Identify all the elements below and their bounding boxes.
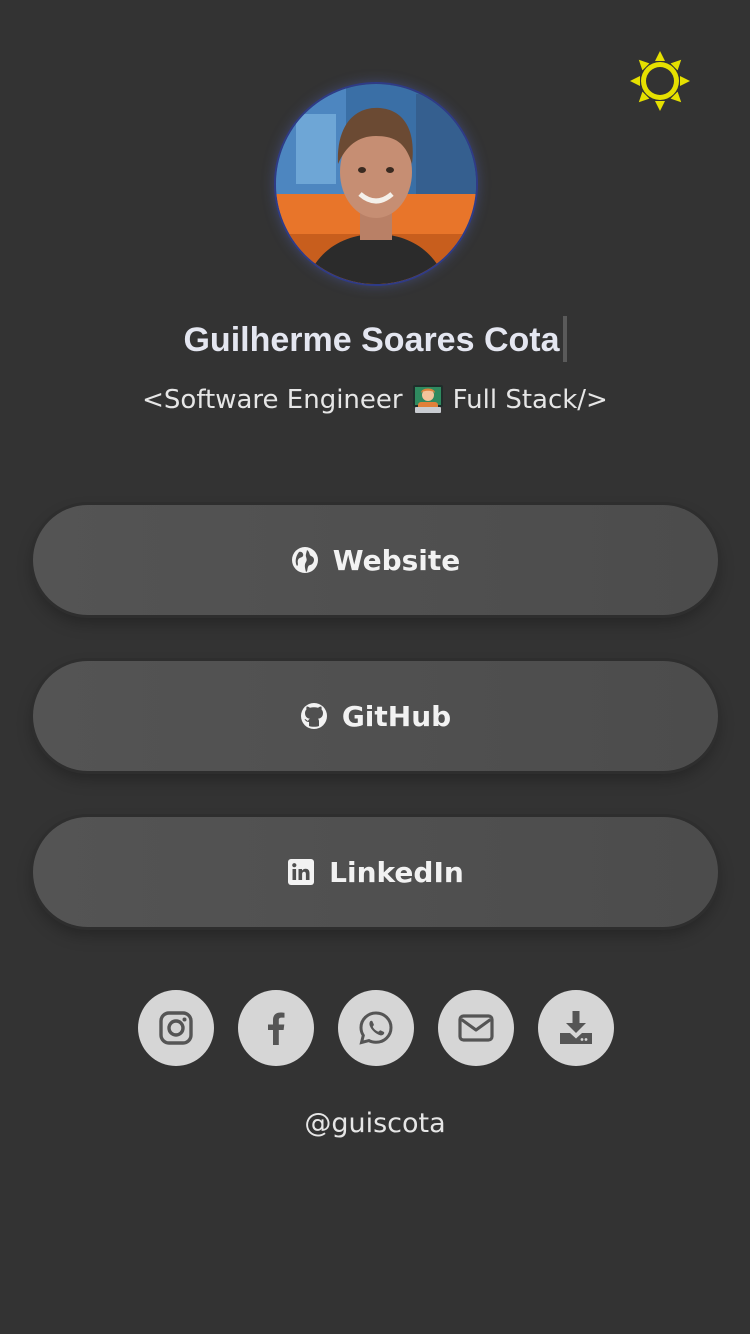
username-handle: @guiscota bbox=[304, 1108, 446, 1139]
linkedin-icon bbox=[287, 858, 315, 886]
github-label: GitHub bbox=[341, 699, 452, 733]
email-button[interactable] bbox=[438, 990, 514, 1066]
profile-page: Guilherme Soares Cota <Software Engineer… bbox=[0, 0, 750, 1334]
sun-icon bbox=[630, 51, 690, 111]
github-icon bbox=[300, 702, 328, 730]
linkedin-button[interactable]: LinkedIn bbox=[33, 817, 718, 927]
avatar bbox=[276, 84, 476, 284]
linkedin-label: LinkedIn bbox=[329, 855, 464, 889]
profile-name: Guilherme Soares Cota bbox=[0, 316, 750, 365]
website-button[interactable]: Website bbox=[33, 505, 718, 615]
profile-role: <Software Engineer Full Stack/> bbox=[0, 380, 750, 420]
link-list: Website GitHub LinkedIn bbox=[33, 505, 718, 973]
theme-toggle-button[interactable] bbox=[626, 50, 694, 112]
facebook-button[interactable] bbox=[238, 990, 314, 1066]
download-icon bbox=[560, 1011, 592, 1044]
website-label: Website bbox=[332, 543, 461, 577]
role-text-start: <Software Engineer bbox=[142, 385, 403, 415]
facebook-icon bbox=[268, 1012, 285, 1045]
github-button[interactable]: GitHub bbox=[33, 661, 718, 771]
instagram-button[interactable] bbox=[138, 990, 214, 1066]
technologist-emoji bbox=[411, 381, 445, 415]
typing-cursor bbox=[562, 316, 567, 363]
download-button[interactable] bbox=[538, 990, 614, 1066]
instagram-icon bbox=[159, 1011, 193, 1045]
whatsapp-icon bbox=[359, 1011, 393, 1045]
role-text-end: Full Stack/> bbox=[452, 385, 608, 415]
whatsapp-button[interactable] bbox=[338, 990, 414, 1066]
social-links bbox=[138, 990, 614, 1066]
email-icon bbox=[458, 1014, 494, 1042]
globe-icon bbox=[291, 546, 319, 574]
